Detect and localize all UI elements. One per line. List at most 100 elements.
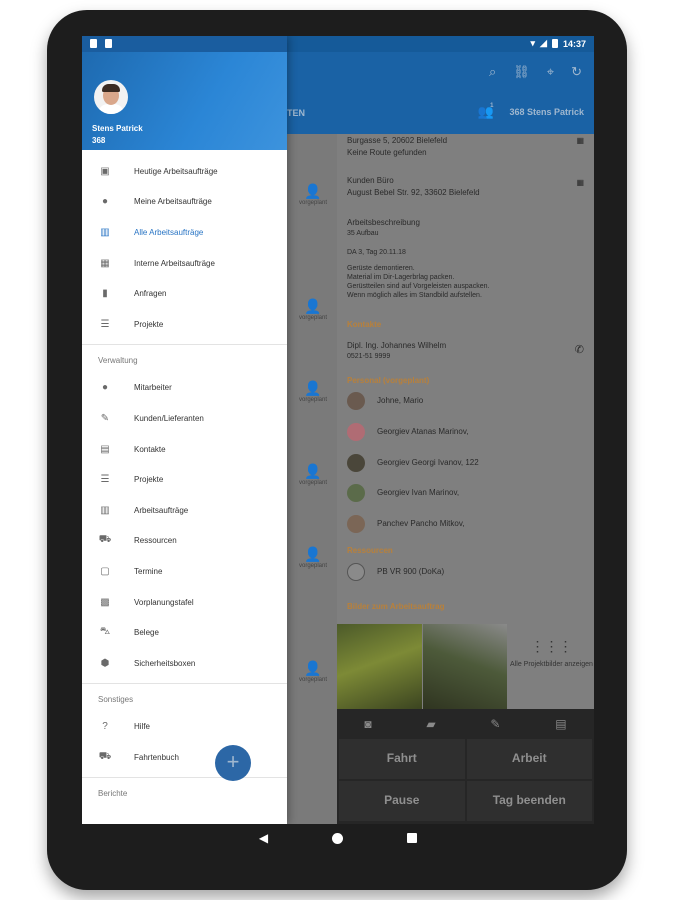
person-row[interactable]: Panchev Pancho Mitkov, <box>347 515 586 533</box>
calendar-icon: ▢ <box>100 565 110 577</box>
location-icon[interactable]: ⌖ <box>547 64 554 80</box>
back-icon[interactable]: ◀ <box>259 831 268 845</box>
home-icon[interactable] <box>332 832 344 844</box>
menu-item-heutige[interactable]: ▣ Heutige Arbeitsaufträge <box>82 156 287 187</box>
avatar <box>347 423 365 441</box>
menu-item-projekte[interactable]: ☰ Projekte <box>82 309 287 340</box>
work-photo[interactable] <box>337 624 422 710</box>
menu-item-vorplanungstafel[interactable]: ▩ Vorplanungstafel <box>82 587 287 618</box>
person-add-icon: 👤 <box>304 463 322 479</box>
menu-item-termine[interactable]: ▢ Termine <box>82 556 287 587</box>
card[interactable]: 👤 vorgeplant <box>291 532 335 612</box>
drawer-status-strip <box>82 36 287 52</box>
card[interactable]: 👤 vorgeplant <box>291 449 335 529</box>
add-fab[interactable]: + <box>215 745 251 781</box>
planner-icon: ▩ <box>100 596 110 608</box>
fahrt-button[interactable]: Fahrt <box>339 739 465 779</box>
navigation-drawer: Stens Patrick 368 ▣ Heutige Arbeitsaufträ… <box>82 36 287 824</box>
end-day-button[interactable]: Tag beenden <box>466 781 592 821</box>
help-icon: ? <box>102 721 108 733</box>
menu-item-projekte-verwaltung[interactable]: ☰ Projekte <box>82 464 287 495</box>
menu-item-meine[interactable]: ● Meine Arbeitsaufträge <box>82 187 287 218</box>
folder-icon[interactable]: ▰ <box>426 717 435 731</box>
resource-row[interactable]: PB VR 900 (DoKa) <box>347 563 586 581</box>
avatar[interactable] <box>94 80 128 114</box>
card[interactable]: 👤 vorgeplant <box>291 284 335 364</box>
section-header-verwaltung: Verwaltung <box>98 356 138 366</box>
menu-item-sicherheitsboxen[interactable]: ⬢ Sicherheitsboxen <box>82 648 287 679</box>
document-icon[interactable]: ▤ <box>555 717 566 731</box>
box-icon: ⬢ <box>100 657 110 669</box>
battery-icon <box>551 39 558 48</box>
pencil-icon[interactable]: ✎ <box>490 717 500 731</box>
person-row[interactable]: Georgiev Ivan Marinov, <box>347 484 586 502</box>
car-icon: ⛟ <box>98 750 112 762</box>
person-row[interactable]: Georgiev Atanas Marinov, <box>347 423 586 441</box>
card[interactable]: 👤 vorgeplant <box>291 169 335 249</box>
card-status: vorgeplant <box>298 677 328 683</box>
divider <box>82 776 287 778</box>
card-status: vorgeplant <box>298 480 328 486</box>
office-block[interactable]: Kunden Büro August Bebel Str. 92, 33602 … <box>347 176 586 197</box>
menu-item-kontakte[interactable]: ▤ Kontakte <box>82 434 287 465</box>
photo-strip: ⋮⋮⋮ Alle Projektbilder anzeigen <box>337 624 594 710</box>
wifi-icon: ▾ <box>530 38 536 48</box>
menu-item-arbeitsauftraege[interactable]: ▥ Arbeitsaufträge <box>82 495 287 526</box>
person-row[interactable]: Georgiev Georgi Ivanov, 122 <box>347 454 586 472</box>
staff-selector[interactable]: 👥 1 368 Stens Patrick <box>478 103 584 120</box>
work-photo[interactable] <box>423 624 507 710</box>
card[interactable]: 👤 vorgeplant <box>291 366 335 446</box>
recents-icon[interactable] <box>407 833 418 843</box>
car-icon <box>347 563 365 581</box>
phone-icon[interactable]: ✆ <box>575 343 584 356</box>
contact-row[interactable]: Dipl. Ing. Johannes Wilhelm 0521-51 9999… <box>347 341 586 360</box>
arbeit-button[interactable]: Arbeit <box>466 739 592 779</box>
menu-item-ressourcen[interactable]: ⛟ Ressourcen <box>82 526 287 557</box>
work-description: Arbeitsbeschreibung 35 Aufbau DA 3, Tag … <box>347 218 490 299</box>
card[interactable]: 👤 vorgeplant <box>291 646 335 726</box>
screen: ▾ ◢ 14:37 ⌕ ⛓ ⌖ ↻ TEN 👥 1 368 Stens Patr… <box>82 36 594 824</box>
divider <box>82 343 287 345</box>
refresh-icon[interactable]: ↻ <box>571 64 582 80</box>
clock: 14:37 <box>562 38 586 49</box>
menu-item-fahrtenbuch[interactable]: ⛟ Fahrtenbuch <box>82 742 287 773</box>
section-images: Bilder zum Arbeitsauftrag <box>347 602 445 611</box>
avatar <box>347 454 365 472</box>
person-add-icon: 👤 <box>304 380 322 396</box>
card-status: vorgeplant <box>298 315 328 321</box>
system-nav-bar: ◀ <box>82 824 594 852</box>
pause-button[interactable]: Pause <box>339 781 465 821</box>
cart-icon: ⛍ <box>99 626 111 638</box>
section-contacts: Kontakte <box>347 320 382 329</box>
address-block[interactable]: Burgasse 5, 20602 Bielefeld Keine Route … <box>347 136 586 157</box>
menu-item-kunden[interactable]: ✎ Kunden/Lieferanten <box>82 403 287 434</box>
section-resources: Ressourcen <box>347 546 393 555</box>
menu-item-hilfe[interactable]: ? Hilfe <box>82 712 287 743</box>
menu-item-alle[interactable]: ▥ Alle Arbeitsaufträge <box>82 217 287 248</box>
building-icon: ▦ <box>100 257 110 269</box>
plus-icon: + <box>226 749 240 774</box>
notification-count: 1 <box>490 103 494 109</box>
notification-icon <box>105 39 112 48</box>
link-icon[interactable]: ⛓ <box>513 64 530 80</box>
tab-label[interactable]: TEN <box>287 108 305 118</box>
avatar <box>347 515 365 533</box>
calendar-today-icon: ▣ <box>100 165 110 177</box>
section-header-berichte: Berichte <box>98 789 128 799</box>
menu-item-mitarbeiter[interactable]: ● Mitarbeiter <box>82 373 287 404</box>
search-icon[interactable]: ⌕ <box>489 64 496 80</box>
person-add-icon: 👤 <box>304 660 322 676</box>
list-icon: ☰ <box>100 474 110 486</box>
person-row[interactable]: Johne, Mario <box>347 392 586 410</box>
menu-item-belege[interactable]: ⛍ Belege <box>82 617 287 648</box>
menu-item-anfragen[interactable]: ▮ Anfragen <box>82 278 287 309</box>
person-add-icon: 👤 <box>304 298 322 314</box>
map-icon[interactable]: ▦ <box>576 136 584 145</box>
action-panel: ◙ ▰ ✎ ▤ Fahrt Arbeit Pause Tag beenden <box>337 709 594 824</box>
main-content: 👤 vorgeplant 👤 vorgeplant 👤 vorgeplant 👤 vor… <box>287 134 594 824</box>
person-add-icon: 👤 <box>304 183 322 199</box>
all-images-button[interactable]: ⋮⋮⋮ Alle Projektbilder anzeigen <box>509 638 594 668</box>
map-icon[interactable]: ▦ <box>576 178 584 187</box>
menu-item-interne[interactable]: ▦ Interne Arbeitsaufträge <box>82 248 287 279</box>
camera-icon[interactable]: ◙ <box>364 717 371 731</box>
